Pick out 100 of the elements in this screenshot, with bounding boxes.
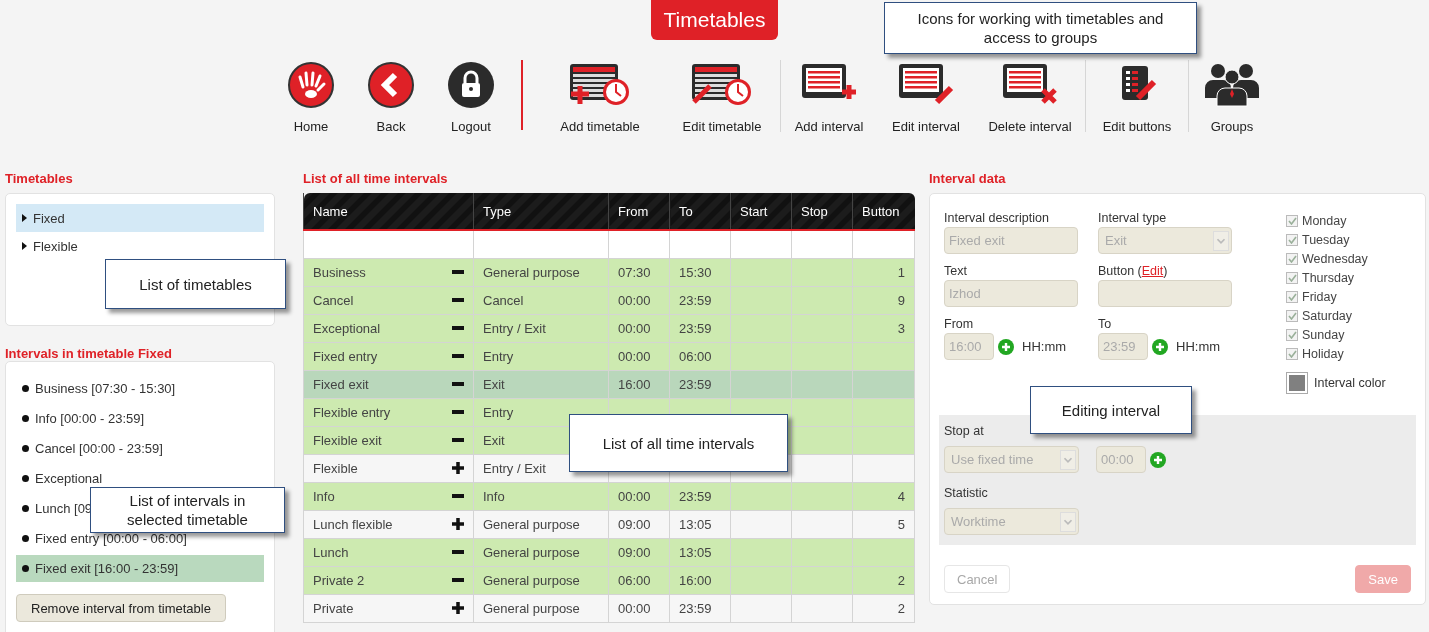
plus-icon[interactable] bbox=[452, 602, 464, 614]
add-timetable-button[interactable]: Add timetable bbox=[533, 59, 667, 134]
interval-item[interactable]: Business [07:30 - 15:30] bbox=[16, 375, 180, 402]
day-checkbox[interactable]: Sunday bbox=[1286, 326, 1411, 343]
table-cell: 16:00 bbox=[608, 370, 670, 398]
table-cell: 4 bbox=[852, 482, 915, 510]
button-field[interactable] bbox=[1098, 280, 1232, 307]
minus-icon[interactable] bbox=[452, 270, 464, 274]
table-cell: Entry / Exit bbox=[473, 314, 609, 342]
minus-icon[interactable] bbox=[452, 298, 464, 302]
edit-buttons-button[interactable]: Edit buttons bbox=[1089, 59, 1185, 134]
edit-timetable-button[interactable]: Edit timetable bbox=[667, 59, 777, 134]
table-cell: General purpose bbox=[473, 594, 609, 622]
bullet-icon bbox=[22, 475, 29, 482]
table-cell: 2 bbox=[852, 566, 915, 594]
table-cell: 23:59 bbox=[669, 286, 731, 314]
interval-name: Fixed exit bbox=[313, 376, 369, 392]
table-cell: Entry bbox=[473, 342, 609, 370]
table-row[interactable]: Private General purpose 00:00 23:59 2 bbox=[303, 594, 915, 622]
hand-icon bbox=[287, 61, 335, 109]
day-checkbox[interactable]: Saturday bbox=[1286, 307, 1411, 324]
table-row[interactable]: Cancel Cancel 00:00 23:59 9 bbox=[303, 286, 915, 314]
day-checkbox[interactable]: Friday bbox=[1286, 288, 1411, 305]
table-cell: General purpose bbox=[473, 538, 609, 566]
callout-tooltip: Editing interval bbox=[1030, 386, 1192, 434]
table-row[interactable]: Lunch flexible General purpose 09:00 13:05 5 bbox=[303, 510, 915, 538]
section-heading: List of all time intervals bbox=[303, 170, 449, 188]
field-label: To bbox=[1098, 316, 1113, 333]
table-row[interactable]: Exceptional Entry / Exit 00:00 23:59 3 bbox=[303, 314, 915, 342]
table-row[interactable]: Fixed exit Exit 16:00 23:59 bbox=[303, 370, 915, 398]
callout-tooltip: List of intervals in selected timetable bbox=[90, 487, 285, 533]
bullet-icon bbox=[22, 445, 29, 452]
field-label: Text bbox=[944, 263, 968, 280]
table-row[interactable]: Lunch General purpose 09:00 13:05 bbox=[303, 538, 915, 566]
field-label: Interval type bbox=[1098, 210, 1168, 227]
table-cell: 1 bbox=[852, 258, 915, 286]
plus-icon[interactable] bbox=[452, 462, 464, 474]
dropdown-icon bbox=[1213, 230, 1229, 251]
back-button[interactable]: Back bbox=[351, 59, 431, 134]
minus-icon[interactable] bbox=[452, 326, 464, 330]
interval-name: Info bbox=[313, 488, 335, 504]
table-row[interactable]: Fixed entry Entry 00:00 06:00 bbox=[303, 342, 915, 370]
table-cell: General purpose bbox=[473, 258, 609, 286]
unit-label: HH:mm bbox=[1022, 339, 1067, 354]
table-cell: 09:00 bbox=[608, 510, 670, 538]
interval-item[interactable]: Cancel [00:00 - 23:59] bbox=[16, 435, 167, 462]
minus-icon[interactable] bbox=[452, 410, 464, 414]
day-checkbox[interactable]: Wednesday bbox=[1286, 250, 1411, 267]
home-button[interactable]: Home bbox=[271, 59, 351, 134]
triangle-icon bbox=[22, 214, 27, 222]
minus-icon[interactable] bbox=[452, 438, 464, 442]
table-clock-pencil-icon bbox=[690, 62, 754, 108]
day-checkbox[interactable]: Holiday bbox=[1286, 345, 1411, 362]
unit-label: HH:mm bbox=[1176, 339, 1221, 354]
minus-icon[interactable] bbox=[452, 494, 464, 498]
column-header: Button bbox=[852, 193, 915, 230]
table-cell: 13:05 bbox=[669, 510, 731, 538]
day-checkbox[interactable]: Thursday bbox=[1286, 269, 1411, 286]
groups-button[interactable]: Groups bbox=[1192, 59, 1272, 134]
remove-interval-button[interactable]: Remove interval from timetable bbox=[16, 594, 226, 622]
table-row[interactable]: Private 2 General purpose 06:00 16:00 2 bbox=[303, 566, 915, 594]
table-cell: 3 bbox=[852, 314, 915, 342]
table-row[interactable]: Info Info 00:00 23:59 4 bbox=[303, 482, 915, 510]
section-heading: Interval data bbox=[929, 170, 1007, 188]
table-cell: Exit bbox=[473, 370, 609, 398]
dropdown-icon bbox=[1060, 449, 1076, 470]
table-cell: 00:00 bbox=[608, 342, 670, 370]
table-cell: Cancel bbox=[473, 286, 609, 314]
table-cell: 23:59 bbox=[669, 370, 731, 398]
lock-icon bbox=[447, 61, 495, 109]
column-header: Type bbox=[473, 193, 609, 230]
interval-item[interactable]: Info [00:00 - 23:59] bbox=[16, 405, 149, 432]
interval-name: Exceptional bbox=[313, 320, 381, 336]
minus-icon[interactable] bbox=[452, 550, 464, 554]
plus-icon[interactable] bbox=[452, 518, 464, 530]
table-cell: 06:00 bbox=[669, 342, 731, 370]
timetable-item[interactable]: Flexible bbox=[16, 232, 82, 260]
page-title: Timetables bbox=[650, 0, 779, 40]
table-cell: 00:00 bbox=[608, 314, 670, 342]
edit-interval-button[interactable]: Edit interval bbox=[874, 59, 978, 134]
minus-icon[interactable] bbox=[452, 578, 464, 582]
interval-name: Business bbox=[313, 264, 366, 280]
interval-item[interactable]: Fixed exit [16:00 - 23:59] bbox=[16, 555, 264, 582]
table-cell: 00:00 bbox=[608, 286, 670, 314]
column-header: Stop bbox=[791, 193, 853, 230]
minus-icon[interactable] bbox=[452, 382, 464, 386]
day-checkbox[interactable]: Monday bbox=[1286, 212, 1411, 229]
delete-interval-button[interactable]: Delete interval bbox=[978, 59, 1082, 134]
timetable-item[interactable]: Fixed bbox=[16, 204, 264, 232]
field-label: Interval color bbox=[1314, 376, 1386, 390]
table-cell: 07:30 bbox=[608, 258, 670, 286]
table-row[interactable]: Business General purpose 07:30 15:30 1 bbox=[303, 258, 915, 286]
minus-icon[interactable] bbox=[452, 354, 464, 358]
table-cell: General purpose bbox=[473, 510, 609, 538]
interval-name: Fixed entry bbox=[313, 348, 378, 364]
logout-button[interactable]: Logout bbox=[431, 59, 511, 134]
add-interval-button[interactable]: Add interval bbox=[784, 59, 874, 134]
callout-tooltip: List of all time intervals bbox=[569, 414, 788, 472]
bullet-icon bbox=[22, 535, 29, 542]
day-checkbox[interactable]: Tuesday bbox=[1286, 231, 1411, 248]
